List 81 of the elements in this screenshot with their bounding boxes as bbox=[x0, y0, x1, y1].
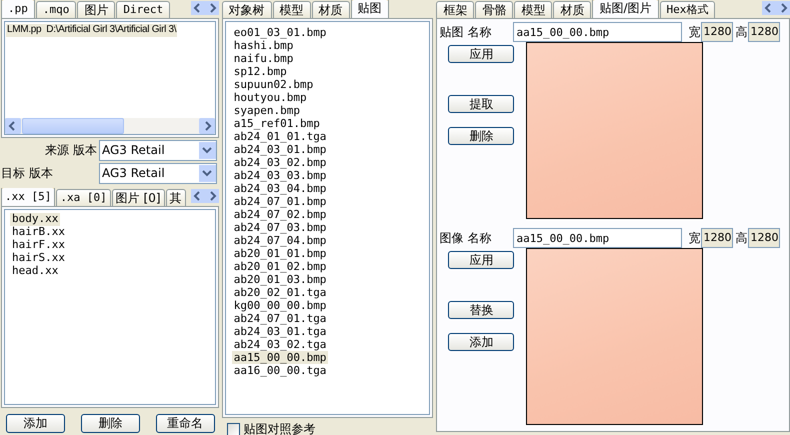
texture-list-item[interactable]: aa16_00_00.tga bbox=[232, 364, 328, 377]
tab[interactable]: 其 bbox=[166, 189, 186, 206]
tab[interactable]: 贴图/图片 bbox=[592, 0, 658, 18]
name-label: 名称 bbox=[467, 230, 492, 246]
texture-list-item[interactable]: ab24_03_03.bmp bbox=[232, 169, 328, 182]
file-list-item[interactable]: hairF.xx bbox=[10, 239, 67, 252]
texture-list-item[interactable]: ab24_03_04.bmp bbox=[232, 182, 328, 195]
width-label: 宽 bbox=[688, 230, 700, 246]
texture-list-item[interactable]: hashi.bmp bbox=[232, 39, 296, 52]
name-field[interactable]: aa15_00_00.bmp bbox=[513, 228, 682, 248]
tab[interactable]: .xx [5] bbox=[1, 188, 56, 206]
texture-list-item[interactable]: ab20_01_02.bmp bbox=[232, 260, 328, 273]
texture-list-item[interactable]: ab24_07_03.bmp bbox=[232, 221, 328, 234]
file-list-item[interactable]: head.xx bbox=[10, 265, 60, 278]
width-value: 1280 bbox=[701, 228, 734, 248]
texture-list-item[interactable]: ab24_03_01.bmp bbox=[232, 143, 328, 156]
version-label: 目标 版本 bbox=[1, 164, 54, 182]
action-button[interactable]: 删除 bbox=[80, 414, 140, 433]
texture-list-item[interactable]: ab24_07_02.bmp bbox=[232, 208, 328, 221]
texture-list-item[interactable]: ab20_01_03.bmp bbox=[232, 273, 328, 286]
tab[interactable]: Hex格式 bbox=[660, 1, 716, 18]
texture-list-item[interactable]: ab24_01_01.tga bbox=[232, 130, 328, 143]
file-list-item[interactable]: body.xx bbox=[10, 213, 60, 226]
tab[interactable]: 图片 [0] bbox=[112, 189, 165, 206]
texture-list-item[interactable]: ab24_07_01.bmp bbox=[232, 195, 328, 208]
checkbox[interactable] bbox=[226, 423, 240, 435]
texture-list-item[interactable]: kg00_00_00.bmp bbox=[232, 299, 328, 312]
texture-list-item[interactable]: sp12.bmp bbox=[232, 65, 289, 78]
tab[interactable]: 图片 bbox=[77, 1, 116, 18]
tab[interactable]: 材质 bbox=[553, 1, 592, 18]
tab[interactable]: 框架 bbox=[436, 1, 474, 18]
tab[interactable]: 模型 bbox=[514, 1, 552, 18]
section-label: 贴图 bbox=[439, 24, 464, 40]
texture-list-item[interactable]: ab24_07_04.bmp bbox=[232, 234, 328, 247]
tab[interactable]: 骨骼 bbox=[475, 1, 514, 18]
action-button[interactable]: 重命名 bbox=[156, 414, 215, 433]
action-button[interactable]: 添加 bbox=[6, 414, 65, 433]
action-button[interactable]: 应用 bbox=[448, 45, 514, 63]
height-value: 1280 bbox=[748, 22, 780, 42]
name-label: 名称 bbox=[467, 24, 492, 40]
texture-list-item[interactable]: naifu.bmp bbox=[232, 52, 296, 65]
tab[interactable]: .xa [0] bbox=[56, 189, 111, 206]
action-button[interactable]: 替换 bbox=[448, 301, 514, 319]
version-dropdown[interactable]: AG3 Retail bbox=[99, 140, 217, 160]
name-field[interactable]: aa15_00_00.bmp bbox=[513, 22, 682, 42]
tab[interactable]: 材质 bbox=[312, 1, 350, 18]
tab[interactable]: 对象树 bbox=[222, 1, 272, 18]
texture-list-item[interactable]: ab20_01_01.bmp bbox=[232, 247, 328, 260]
texture-list-item[interactable]: a15_ref01.bmp bbox=[232, 117, 322, 130]
horizontal-scrollbar[interactable] bbox=[5, 118, 215, 134]
file-list-item[interactable]: LMM.pp D:\Artificial Girl 3\Artificial Girl 3\ bbox=[6, 24, 178, 37]
texture-list-item[interactable]: aa15_00_00.bmp bbox=[232, 351, 328, 364]
height-label: 高 bbox=[735, 230, 748, 246]
tab[interactable]: 模型 bbox=[272, 1, 311, 18]
tab[interactable]: .pp bbox=[1, 0, 35, 18]
tab[interactable]: Direct bbox=[116, 1, 170, 18]
file-list-item[interactable]: hairB.xx bbox=[10, 226, 67, 239]
action-button[interactable]: 应用 bbox=[448, 251, 514, 269]
width-label: 宽 bbox=[688, 24, 700, 40]
action-button[interactable]: 删除 bbox=[448, 127, 514, 145]
action-button[interactable]: 提取 bbox=[448, 95, 514, 113]
texture-list-item[interactable]: ab24_03_01.tga bbox=[232, 325, 328, 338]
version-label: 来源 版本 bbox=[44, 142, 98, 158]
texture-list-item[interactable]: ab24_07_01.tga bbox=[232, 312, 328, 325]
texture-list-item[interactable]: ab20_02_01.tga bbox=[232, 286, 328, 299]
texture-list-item[interactable]: supuun02.bmp bbox=[232, 78, 316, 91]
section-label: 图像 bbox=[439, 230, 464, 246]
texture-list-item[interactable]: ab24_03_02.tga bbox=[232, 338, 328, 351]
file-list-item[interactable]: hairS.xx bbox=[10, 252, 67, 265]
action-button[interactable]: 添加 bbox=[448, 333, 514, 351]
tab[interactable]: .mqo bbox=[36, 1, 76, 18]
version-dropdown[interactable]: AG3 Retail bbox=[99, 162, 217, 184]
width-value: 1280 bbox=[701, 22, 734, 42]
checkbox-label: 贴图对照参考 bbox=[244, 421, 316, 435]
height-label: 高 bbox=[735, 24, 748, 40]
height-value: 1280 bbox=[748, 228, 780, 248]
texture-list-item[interactable]: syapen.bmp bbox=[232, 104, 302, 117]
texture-list-item[interactable]: ab24_03_02.bmp bbox=[232, 156, 328, 169]
texture-list-item[interactable]: eo01_03_01.bmp bbox=[232, 26, 328, 39]
texture-list-item[interactable]: houtyou.bmp bbox=[232, 91, 309, 104]
tab[interactable]: 贴图 bbox=[350, 0, 389, 18]
